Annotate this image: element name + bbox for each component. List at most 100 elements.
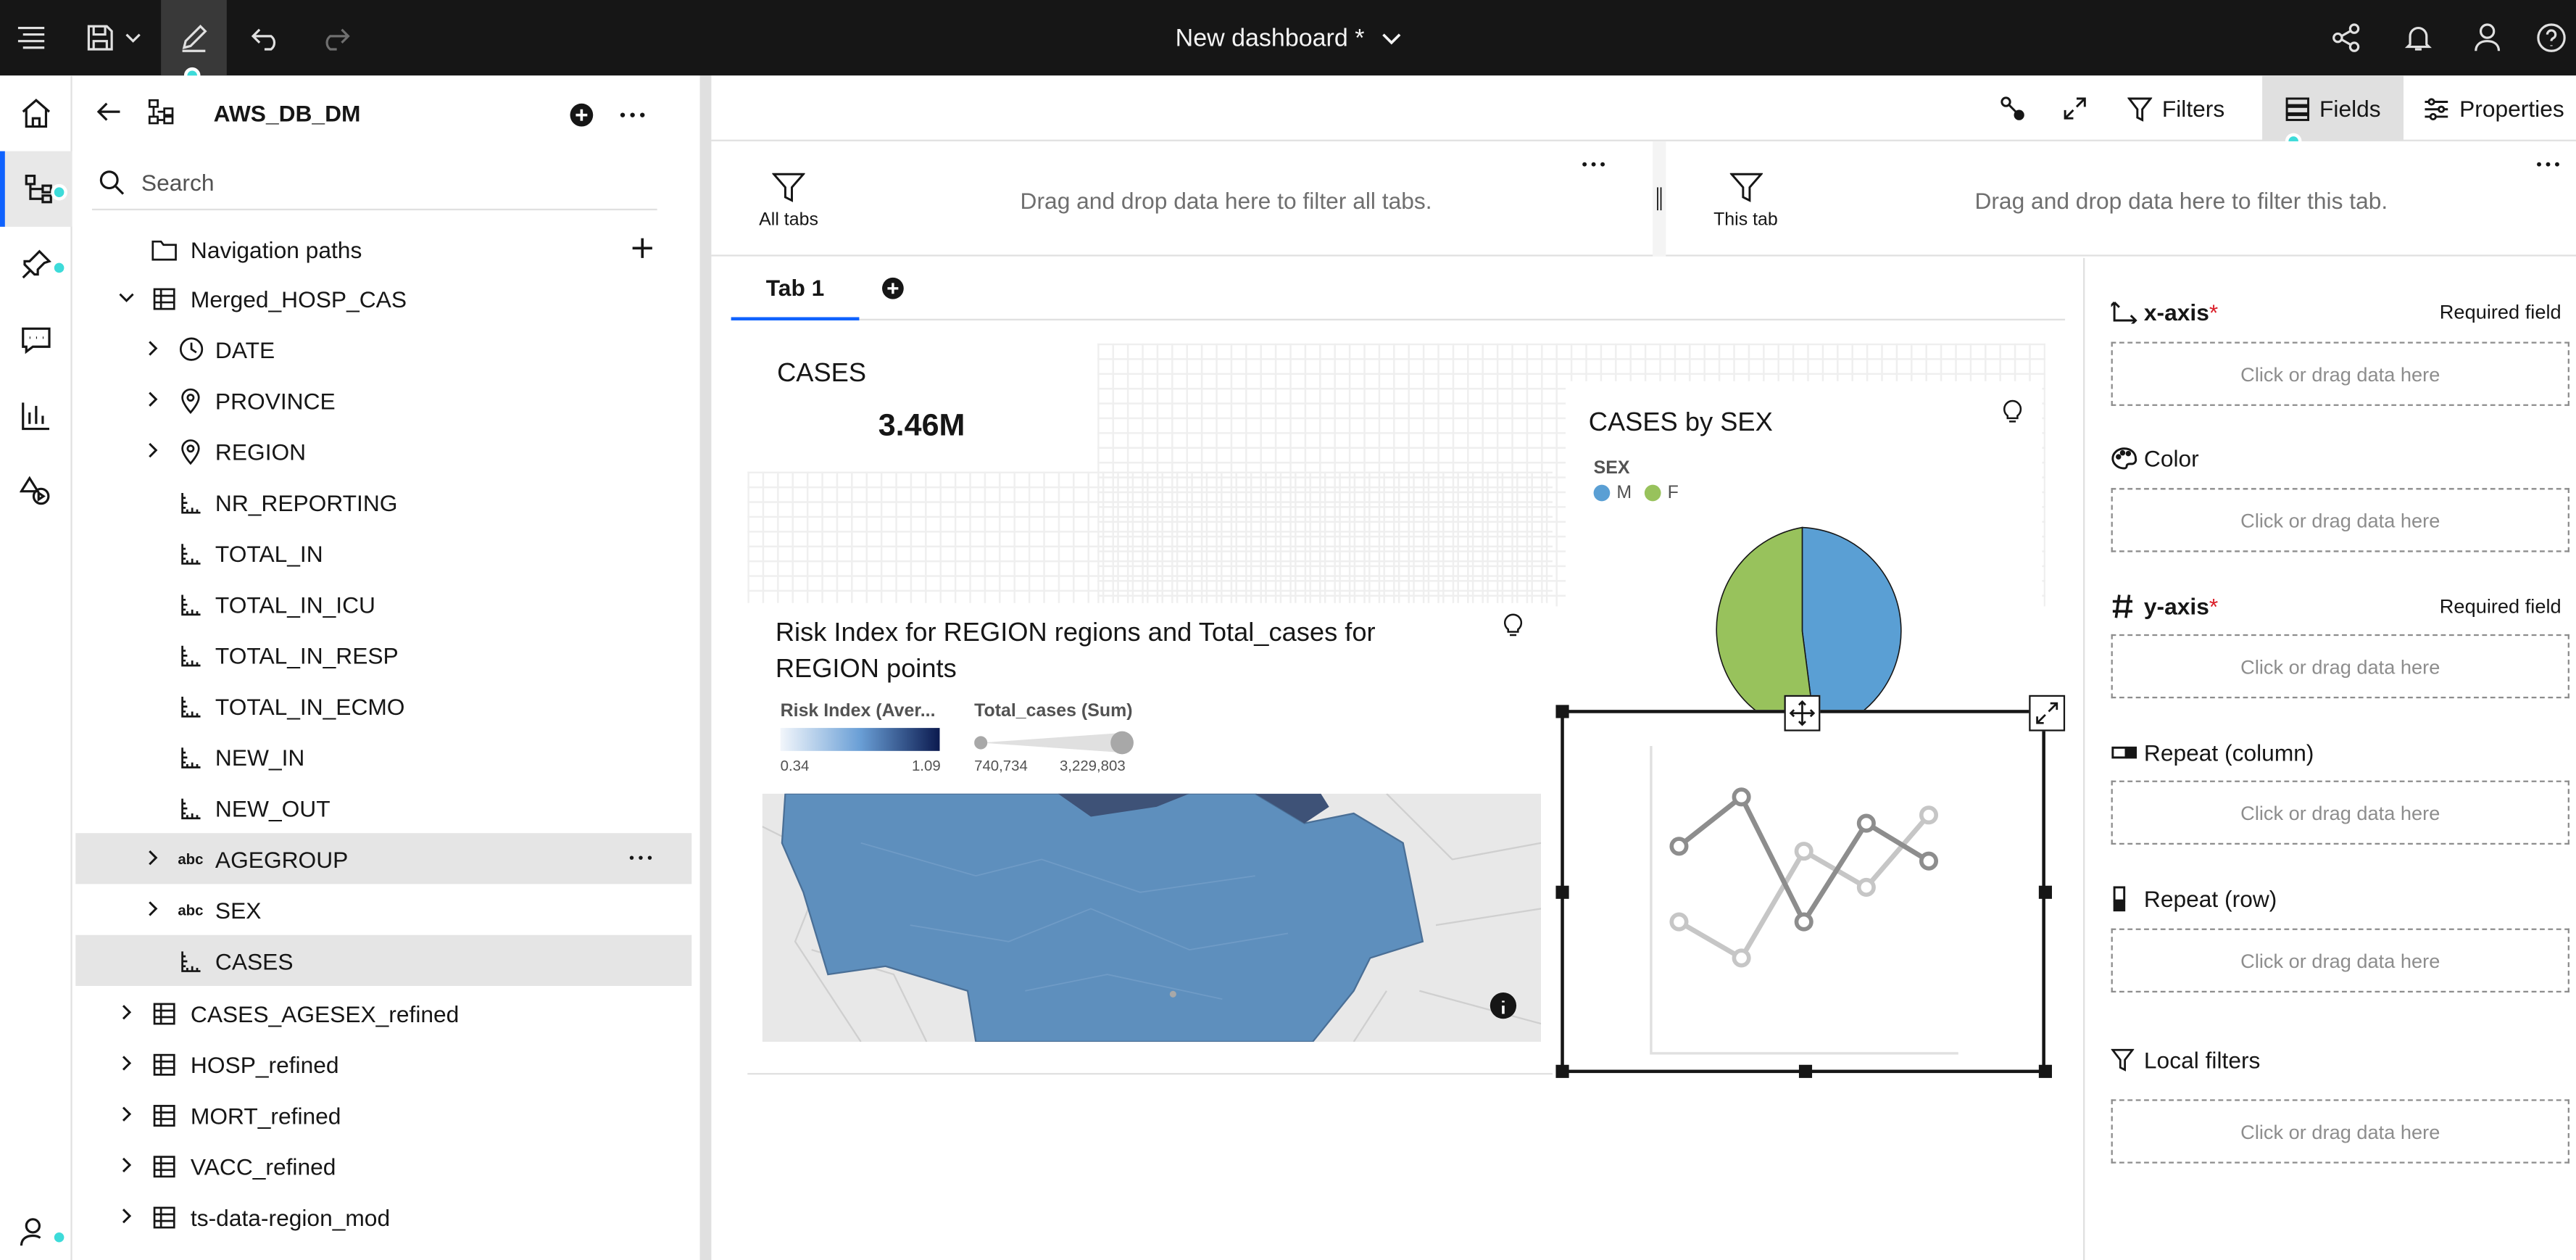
legend-item-m[interactable]: M <box>1593 483 1632 503</box>
resize-handle[interactable] <box>2038 885 2052 899</box>
legend-item-f[interactable]: F <box>1644 483 1679 503</box>
tree-item-region[interactable]: REGION <box>75 426 691 476</box>
chevron-right-icon[interactable] <box>118 1208 135 1224</box>
chevron-down-icon[interactable] <box>118 289 135 306</box>
tree-item-vacc-refined[interactable]: VACC_refined <box>75 1140 691 1191</box>
chevron-right-icon[interactable] <box>144 850 161 866</box>
tree-item-total-in-ecmo[interactable]: TOTAL_IN_ECMO <box>75 680 691 731</box>
lightbulb-icon[interactable] <box>2003 398 2022 424</box>
chevron-right-icon[interactable] <box>144 391 161 407</box>
fields-button[interactable]: Fields <box>2262 75 2404 141</box>
overflow-menu-icon[interactable] <box>628 846 654 869</box>
local-filters-drop-zone[interactable]: Click or drag data here <box>2111 1099 2569 1164</box>
tree-item-agegroup[interactable]: abc AGEGROUP <box>75 833 692 884</box>
y-axis-drop-zone[interactable]: Click or drag data here <box>2111 634 2569 699</box>
move-icon <box>1789 700 1816 726</box>
tree-item-province[interactable]: PROVINCE <box>75 375 691 426</box>
tree-item-total-in-icu[interactable]: TOTAL_IN_ICU <box>75 579 691 629</box>
back-icon[interactable] <box>95 99 128 131</box>
lightbulb-icon[interactable] <box>1503 611 1523 637</box>
add-tab-button[interactable] <box>881 276 905 301</box>
help-button[interactable] <box>2527 0 2576 75</box>
all-tabs-filter[interactable]: All tabs <box>759 171 818 230</box>
menu-icon[interactable] <box>0 0 62 75</box>
chevron-right-icon[interactable] <box>118 1106 135 1122</box>
slot-label: y-axis <box>2143 593 2209 620</box>
widgets-button[interactable] <box>0 454 72 529</box>
chevron-right-icon[interactable] <box>144 340 161 357</box>
overflow-menu-icon[interactable] <box>618 102 647 128</box>
tree-item-hosp-refined[interactable]: HOSP_refined <box>75 1038 691 1089</box>
panel-resize-handle[interactable] <box>699 75 712 1260</box>
tree-item-cases[interactable]: CASES <box>75 934 692 986</box>
region-map[interactable] <box>762 793 1542 1043</box>
add-icon[interactable] <box>631 236 654 260</box>
share-button[interactable] <box>2313 0 2379 75</box>
user-button[interactable] <box>2454 0 2520 75</box>
tree-item-cases-agesex-refined[interactable]: CASES_AGESEX_refined <box>75 987 691 1038</box>
tree-item-label: DATE <box>215 336 275 362</box>
tree-item-date[interactable]: DATE <box>75 324 691 375</box>
save-menu-button[interactable] <box>72 0 154 75</box>
filters-button[interactable]: Filters <box>2127 75 2224 141</box>
resize-handle[interactable] <box>1555 705 1569 718</box>
chevron-right-icon[interactable] <box>118 1055 135 1072</box>
pie-chart-widget[interactable]: CASES by SEX SEX M F <box>1566 381 2043 715</box>
expand-handle[interactable] <box>2029 695 2066 731</box>
home-button[interactable] <box>0 75 72 151</box>
tree-item-total-in-resp[interactable]: TOTAL_IN_RESP <box>75 629 691 680</box>
tree-item-total-in[interactable]: TOTAL_IN <box>75 528 691 579</box>
chevron-right-icon[interactable] <box>144 900 161 917</box>
chevron-right-icon[interactable] <box>144 442 161 459</box>
move-handle[interactable] <box>1784 695 1821 731</box>
resize-handle[interactable] <box>2038 1064 2052 1078</box>
tree-item-mort-refined[interactable]: MORT_refined <box>75 1090 691 1140</box>
all-tabs-drop-hint: Drag and drop data here to filter all ta… <box>1020 187 1432 214</box>
repeat-column-drop-zone[interactable]: Click or drag data here <box>2111 780 2569 845</box>
tree-item-navigation-paths[interactable]: Navigation paths <box>75 223 691 274</box>
tree-item-new-in[interactable]: NEW_IN <box>75 731 691 782</box>
chevron-right-icon[interactable] <box>118 1157 135 1174</box>
fullscreen-button[interactable] <box>2062 75 2098 141</box>
required-field-label: Required field <box>2439 300 2562 324</box>
relationships-button[interactable] <box>1999 75 2035 141</box>
tree-item-merged-hosp-cas[interactable]: Merged_HOSP_CAS <box>75 273 691 323</box>
chevron-right-icon[interactable] <box>118 1004 135 1021</box>
slot-header-repeat-column: Repeat (column) <box>2111 736 2572 768</box>
chevron-down-icon <box>125 33 141 43</box>
add-source-button[interactable] <box>568 102 594 128</box>
x-axis-drop-zone[interactable]: Click or drag data here <box>2111 341 2569 406</box>
map-widget[interactable]: Risk Index for REGION regions and Total_… <box>747 602 1553 1075</box>
this-tab-filter[interactable]: This tab <box>1713 171 1778 230</box>
data-tree-icon[interactable] <box>148 99 180 131</box>
slot-label: Repeat (row) <box>2143 885 2277 912</box>
resize-handle[interactable] <box>1555 1064 1569 1078</box>
visualizations-button[interactable] <box>0 378 72 453</box>
overflow-menu-icon[interactable] <box>1580 154 1606 174</box>
dashboard-title-menu[interactable]: New dashboard * <box>1176 24 1401 51</box>
resize-handle[interactable] <box>1798 1064 1813 1078</box>
search-field[interactable]: Search <box>91 154 657 211</box>
tree-item-sex[interactable]: abc SEX <box>75 884 691 934</box>
properties-button[interactable]: Properties <box>2423 75 2564 141</box>
notifications-button[interactable] <box>2385 0 2451 75</box>
top-bar: New dashboard * <box>0 0 2576 84</box>
pie-chart <box>1716 526 1902 715</box>
tree-item-new-out[interactable]: NEW_OUT <box>75 782 691 833</box>
tree-item-ts-data-region-mod[interactable]: ts-data-region_mod <box>75 1191 691 1242</box>
color-drop-zone[interactable]: Click or drag data here <box>2111 488 2569 552</box>
resize-handle[interactable] <box>1555 885 1569 899</box>
tree-item-nr-reporting[interactable]: NR_REPORTING <box>75 476 691 527</box>
kpi-widget[interactable]: CASES 3.46M <box>747 343 1096 472</box>
selected-line-chart-widget[interactable] <box>1555 695 2066 1078</box>
redo-button[interactable] <box>302 0 368 75</box>
undo-button[interactable] <box>233 0 299 75</box>
repeat-row-drop-zone[interactable]: Click or drag data here <box>2111 928 2569 993</box>
data-source-title: AWS_DB_DM <box>213 100 361 127</box>
filter-divider[interactable] <box>1653 141 1666 257</box>
tab-1[interactable]: Tab 1 <box>731 258 860 320</box>
edit-mode-button[interactable] <box>161 0 227 76</box>
comments-button[interactable] <box>0 302 72 378</box>
overflow-menu-icon[interactable] <box>2535 154 2561 174</box>
tree-item-label: Navigation paths <box>190 236 362 262</box>
